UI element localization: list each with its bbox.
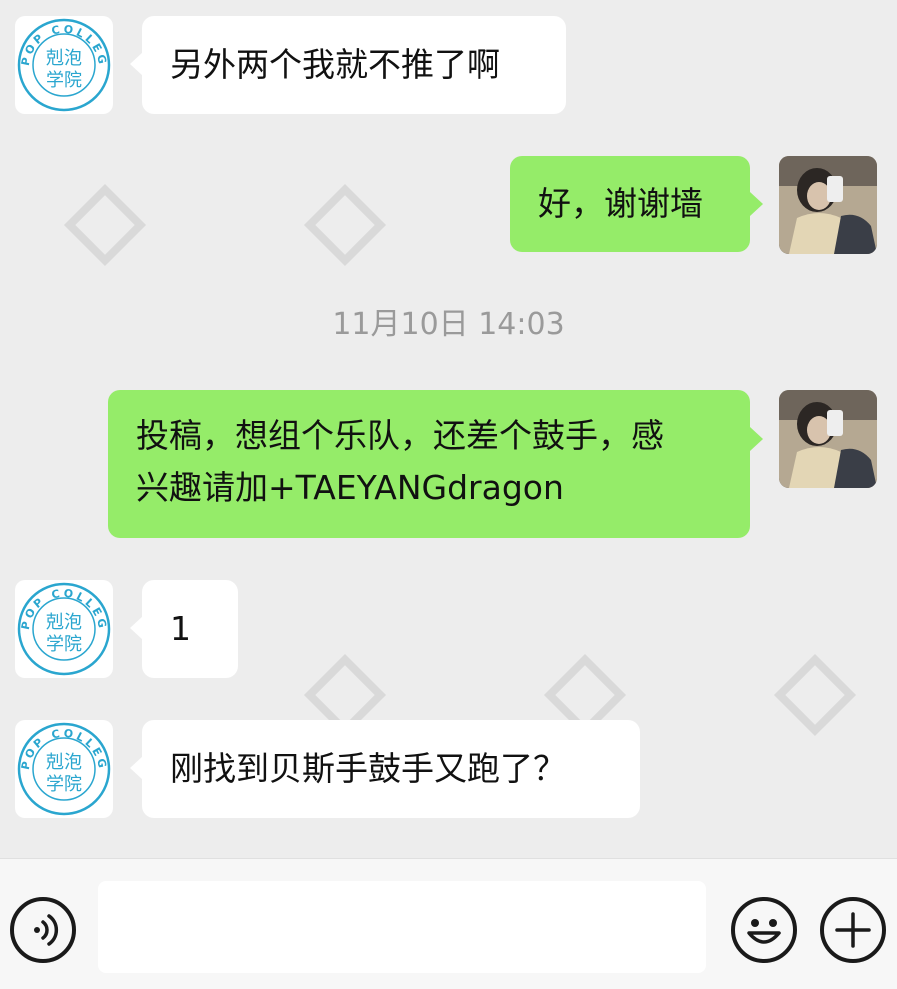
user-photo [779, 390, 877, 488]
input-bar [0, 858, 897, 989]
svg-text:学院: 学院 [46, 634, 82, 655]
svg-text:剋泡: 剋泡 [46, 612, 82, 633]
message-text-line: 兴趣请加+TAEYANGdragon [136, 468, 564, 507]
avatar[interactable] [779, 156, 877, 254]
message-bubble[interactable]: 刚找到贝斯手鼓手又跑了？ [142, 720, 640, 818]
message-text: 好，谢谢墙 [538, 184, 703, 223]
message-text: 刚找到贝斯手鼓手又跑了？ [170, 749, 566, 788]
svg-text:剋泡: 剋泡 [46, 48, 82, 69]
message-bubble[interactable]: 另外两个我就不推了啊 [142, 16, 566, 114]
kpop-college-logo: KPOP COLLEGE 剋泡 学院 [15, 720, 111, 816]
svg-text:学院: 学院 [46, 70, 82, 91]
avatar[interactable]: KPOP COLLEGE 剋泡 学院 [15, 580, 113, 678]
kpop-college-logo: KPOP COLLEGE 剋泡 学院 [15, 580, 111, 676]
avatar[interactable]: KPOP COLLEGE 剋泡 学院 [15, 720, 113, 818]
svg-text:学院: 学院 [46, 774, 82, 795]
message-bubble[interactable]: 投稿，想组个乐队，还差个鼓手，感 兴趣请加+TAEYANGdragon [108, 390, 750, 538]
message-text: 另外两个我就不推了啊 [170, 45, 500, 84]
message-bubble[interactable]: 好，谢谢墙 [510, 156, 750, 252]
emoji-icon[interactable] [731, 897, 797, 963]
message-bubble[interactable]: 1 [142, 580, 238, 678]
kpop-college-logo: KPOP COLLEGE 剋泡 学院 [15, 16, 111, 112]
message-text-line: 投稿，想组个乐队，还差个鼓手，感 [136, 416, 664, 455]
message-text: 1 [170, 609, 191, 648]
voice-icon[interactable] [10, 897, 76, 963]
chat-area[interactable]: KPOP COLLEGE 剋泡 学院 另外两个我就不推了啊 好，谢谢墙 11月1… [0, 0, 897, 858]
avatar[interactable] [779, 390, 877, 488]
message-input[interactable] [98, 881, 706, 973]
svg-text:剋泡: 剋泡 [46, 752, 82, 773]
avatar[interactable]: KPOP COLLEGE 剋泡 学院 [15, 16, 113, 114]
user-photo [779, 156, 877, 254]
timestamp: 11月10日 14:03 [332, 307, 565, 342]
plus-icon[interactable] [820, 897, 886, 963]
